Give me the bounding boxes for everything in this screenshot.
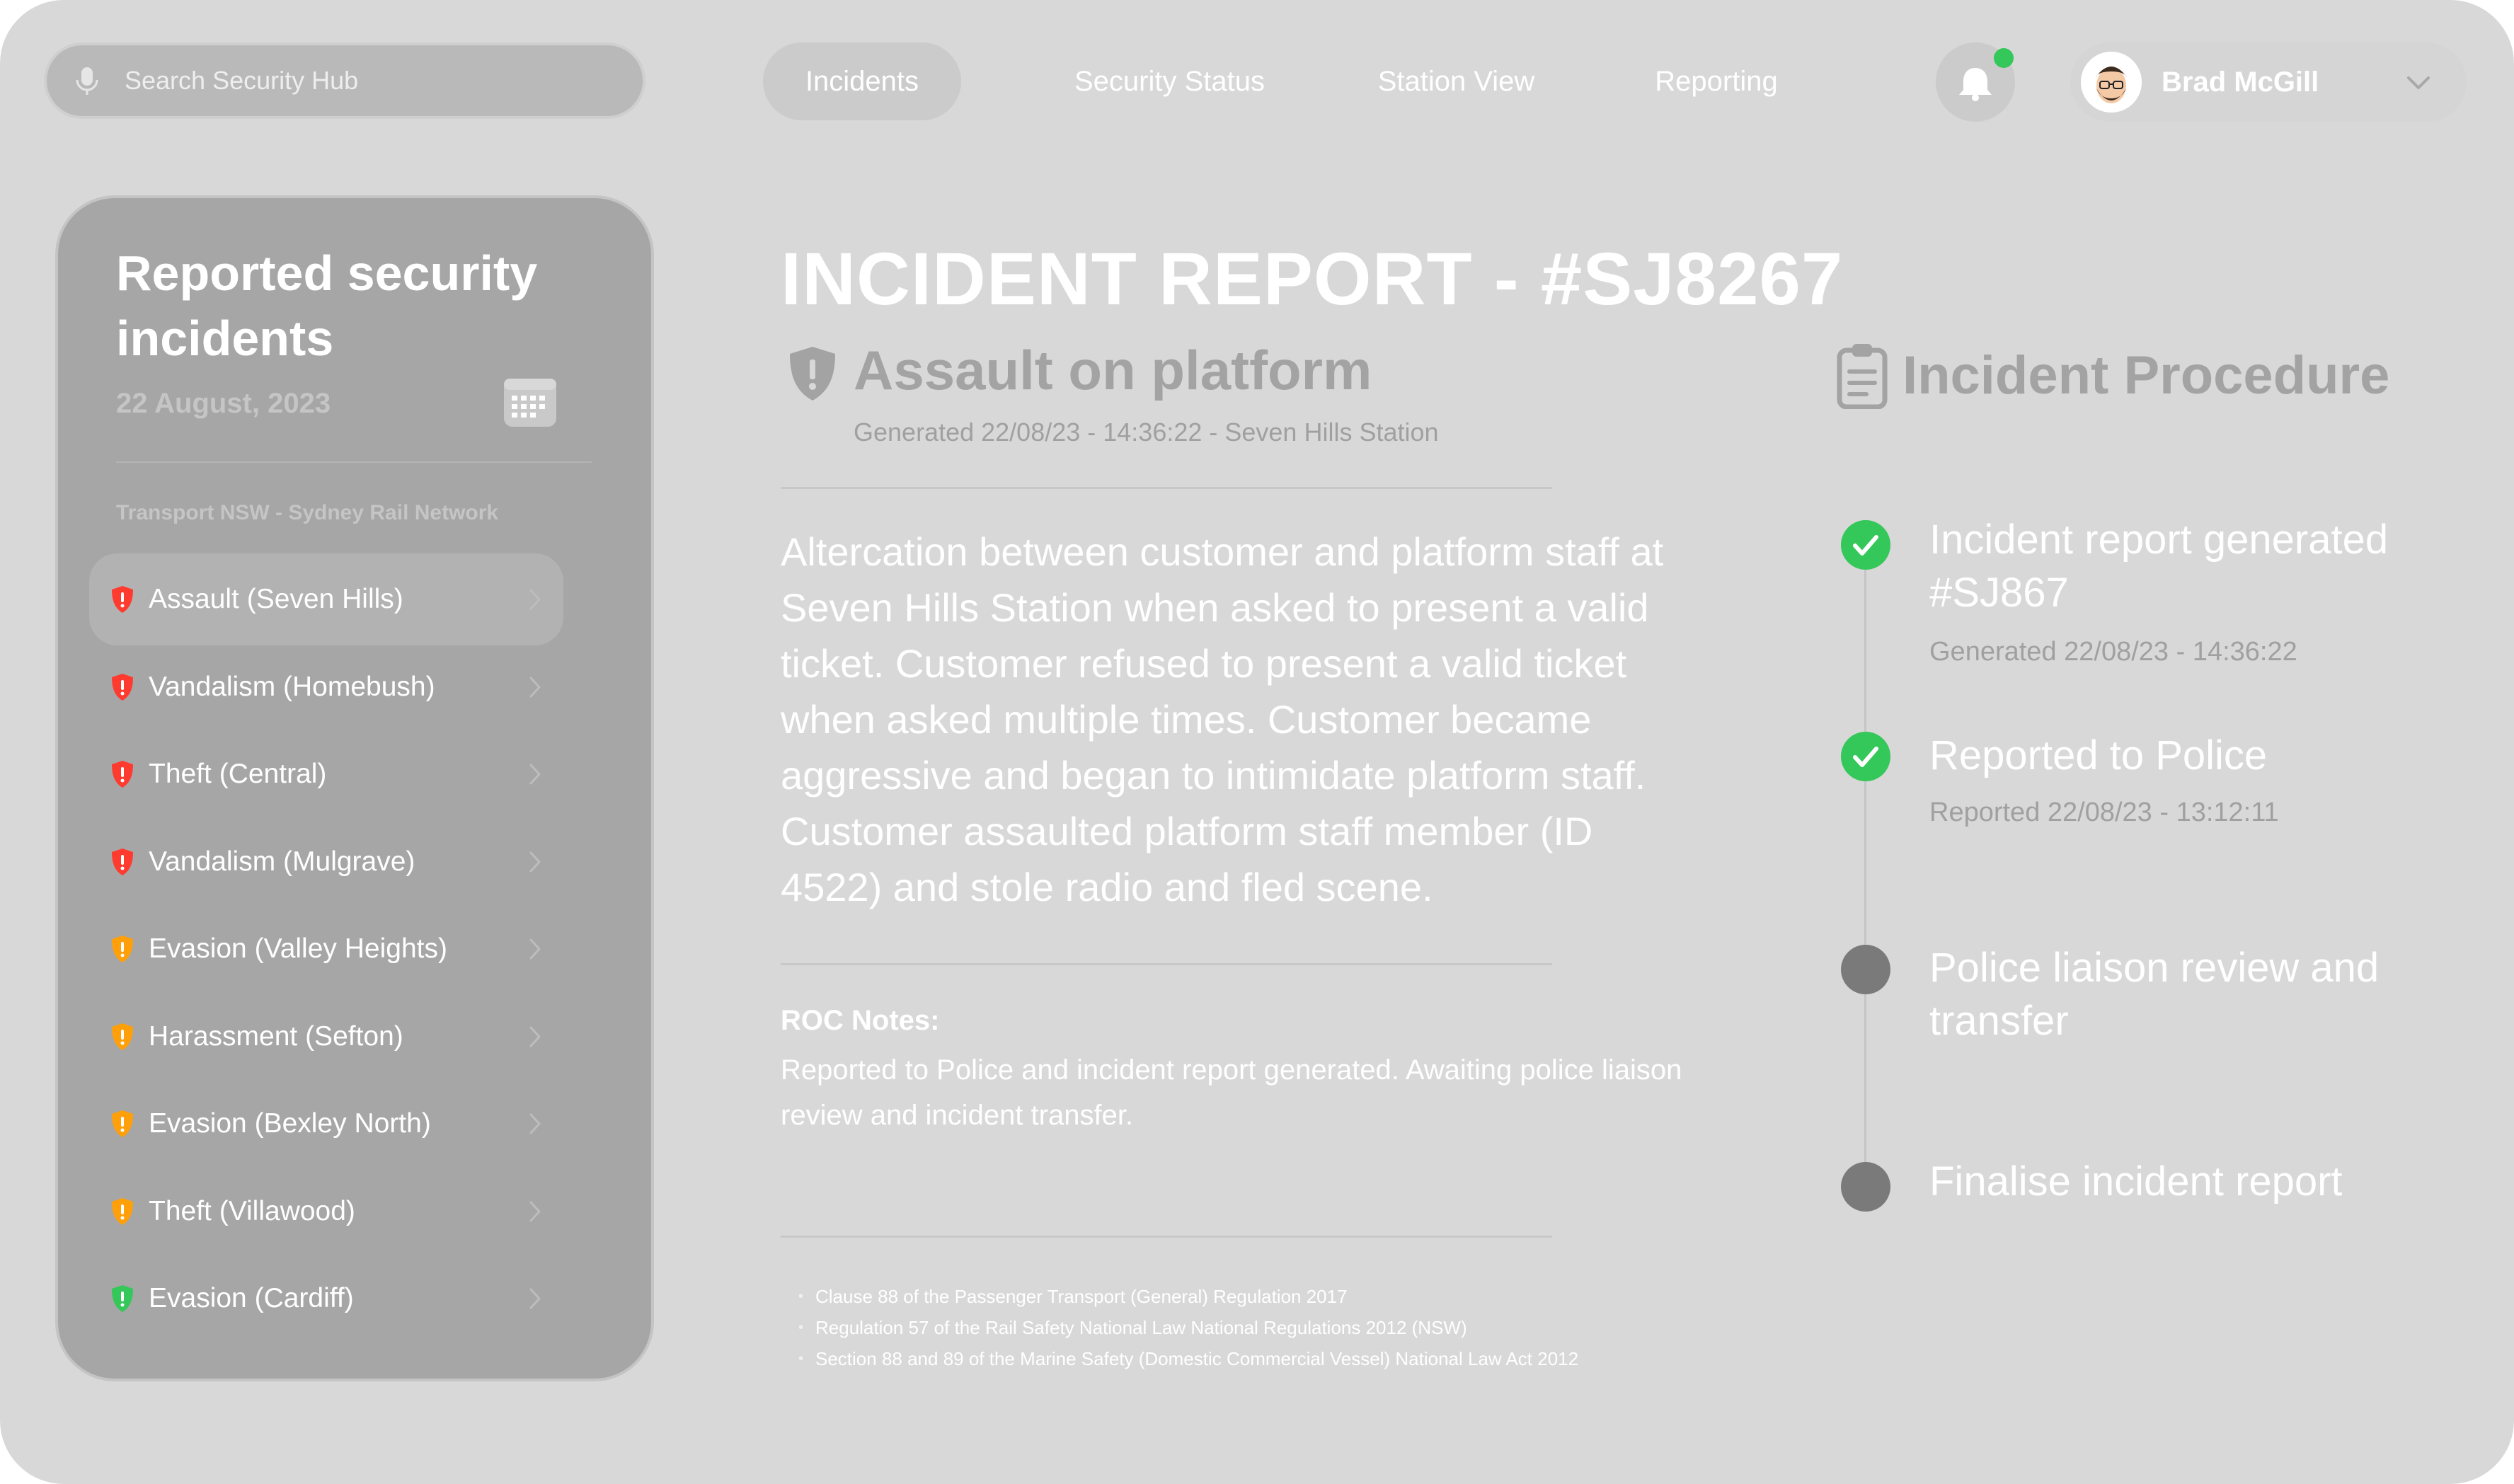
incident-description: Altercation between customer and platfor… [781,529,1664,909]
clipboard-icon [1837,344,1888,409]
sidebar-title: Reported security incidents [116,246,538,366]
step-complete-indicator [1841,732,1890,781]
step-meta: Generated 22/08/23 - 14:36:22 [1929,637,2297,667]
sidebar-incident-item[interactable]: Evasion (Cardiff) [89,1253,563,1345]
notifications-button[interactable] [1936,42,2015,122]
generated-info: Generated 22/08/23 - 14:36:22 - Seven Hi… [854,418,1439,447]
sidebar-item-label: Theft (Villawood) [149,1195,355,1226]
procedure-timeline [1864,548,1866,1185]
calendar-icon[interactable] [503,377,558,428]
shield-exclamation-icon [112,586,133,613]
sidebar-incident-item[interactable]: Assault (Seven Hills) [89,553,563,645]
sidebar-item-label: Theft (Central) [149,759,327,789]
chevron-right-icon [529,938,541,960]
sidebar-item-label: Vandalism (Mulgrave) [149,846,415,877]
chevron-down-icon[interactable] [2404,68,2433,96]
reference-item: Regulation 57 of the Rail Safety Nationa… [798,1312,1578,1343]
shield-exclamation-icon [112,936,133,962]
roc-notes-text: Reported to Police and incident report g… [781,1054,1682,1131]
shield-exclamation-icon [112,673,133,701]
chevron-right-icon [529,764,541,785]
step-complete-indicator [1841,520,1890,570]
shield-exclamation-icon [112,1197,133,1225]
chevron-right-icon [529,677,541,697]
step-meta: Reported 22/08/23 - 13:12:11 [1929,798,2279,827]
shield-exclamation-icon [112,848,133,875]
checkmark-icon [1853,535,1878,556]
chevron-right-icon [529,1288,541,1309]
chevron-right-icon [529,1113,541,1134]
user-menu[interactable]: Brad McGill [2070,42,2467,122]
checkmark-icon [1853,747,1878,767]
shield-exclamation-icon [790,347,835,401]
sidebar-incident-item[interactable]: Evasion (Bexley North) [89,1078,563,1170]
sidebar-item-label: Evasion (Bexley North) [149,1108,431,1139]
shield-exclamation-icon [112,761,133,788]
shield-exclamation-icon [112,1285,133,1312]
sidebar-item-label: Vandalism (Homebush) [149,671,435,702]
step-title: Reported to Police [1929,732,2268,778]
sidebar-incident-item[interactable]: Theft (Central) [89,728,563,820]
step-title: Finalise incident report [1929,1158,2343,1204]
chevron-right-icon [529,851,541,872]
step-title: Incident report generated #SJ867 [1929,517,2389,616]
chevron-right-icon [529,1201,541,1221]
sidebar-incident-item[interactable]: Vandalism (Homebush) [89,641,563,733]
references-list: Clause 88 of the Passenger Transport (Ge… [798,1281,1578,1374]
network-label: Transport NSW - Sydney Rail Network [116,501,499,524]
search-bar[interactable] [44,42,645,119]
tab-incidents[interactable]: Incidents [763,42,961,120]
incidents-sidebar: Reported security incidents 22 August, 2… [55,195,654,1381]
sidebar-incident-item[interactable]: Theft (Villawood) [89,1166,563,1258]
tab-reporting[interactable]: Reporting [1635,42,1798,120]
sidebar-item-label: Harassment (Sefton) [149,1020,403,1052]
tab-security-status[interactable]: Security Status [1048,42,1292,120]
app-window: Incidents Security Status Station View R… [0,0,2514,1484]
sidebar-item-label: Evasion (Cardiff) [149,1283,354,1313]
user-name: Brad McGill [2162,66,2319,98]
tab-station-view[interactable]: Station View [1362,42,1550,120]
chevron-right-icon [529,589,541,610]
sidebar-item-label: Evasion (Valley Heights) [149,933,447,964]
sidebar-incident-item[interactable]: Vandalism (Mulgrave) [89,816,563,908]
divider [781,963,1552,965]
divider [781,487,1552,489]
divider [781,1236,1552,1238]
incident-type: Assault on platform [854,339,1372,401]
reference-item: Section 88 and 89 of the Marine Safety (… [798,1343,1578,1374]
reference-item: Clause 88 of the Passenger Transport (Ge… [798,1281,1578,1312]
shield-exclamation-icon [112,1110,133,1137]
chevron-right-icon [529,1026,541,1047]
step-pending-indicator [1841,945,1890,994]
search-input[interactable] [123,65,551,96]
sidebar-incident-item[interactable]: Evasion (Valley Heights) [89,903,563,995]
roc-notes-label: ROC Notes: [781,1005,940,1036]
sidebar-item-label: Assault (Seven Hills) [149,584,403,614]
step-title: Police liaison review and transfer [1929,945,2380,1044]
sidebar-incident-item[interactable]: Harassment (Sefton) [89,991,563,1083]
procedure-title: Incident Procedure [1902,345,2390,405]
sidebar-date: 22 August, 2023 [116,388,331,419]
microphone-icon[interactable] [69,63,105,98]
shield-exclamation-icon [112,1023,133,1050]
avatar [2081,52,2142,113]
report-title: INCIDENT REPORT - #SJ8267 [781,238,1844,321]
sidebar-divider [116,461,592,463]
step-pending-indicator [1841,1162,1890,1212]
notification-badge [1994,48,2014,68]
